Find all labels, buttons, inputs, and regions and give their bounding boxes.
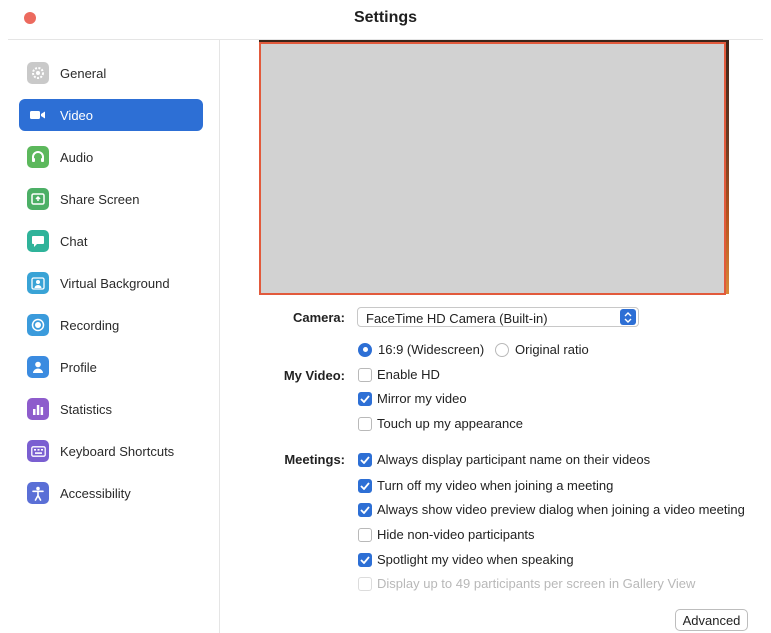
preview-dialog-checkbox[interactable] xyxy=(358,502,372,517)
enable-hd-checkbox[interactable] xyxy=(358,367,372,382)
hide-nonvideo-option[interactable]: Hide non-video participants xyxy=(358,527,535,542)
gear-icon xyxy=(27,62,49,84)
hide-nonvideo-label: Hide non-video participants xyxy=(377,527,535,542)
mirror-video-checkbox[interactable] xyxy=(358,391,372,406)
widescreen-radio-option[interactable]: 16:9 (Widescreen) xyxy=(358,342,484,357)
preview-dialog-label: Always show video preview dialog when jo… xyxy=(377,502,745,517)
mirror-video-option[interactable]: Mirror my video xyxy=(358,391,467,406)
sidebar-item-general[interactable]: General xyxy=(19,57,203,89)
original-ratio-radio-option[interactable]: Original ratio xyxy=(495,342,589,357)
sidebar-item-label: Statistics xyxy=(60,401,113,417)
title-bar: Settings xyxy=(0,0,771,36)
turn-off-video-option[interactable]: Turn off my video when joining a meeting xyxy=(358,478,613,493)
person-background-icon xyxy=(27,272,49,294)
person-icon xyxy=(27,356,49,378)
chat-bubble-icon xyxy=(27,230,49,252)
touch-up-option[interactable]: Touch up my appearance xyxy=(358,416,523,431)
spotlight-option[interactable]: Spotlight my video when speaking xyxy=(358,552,574,567)
window-title: Settings xyxy=(353,9,418,26)
sidebar-item-virtual-background[interactable]: Virtual Background xyxy=(19,267,203,299)
spotlight-label: Spotlight my video when speaking xyxy=(377,552,574,567)
spotlight-checkbox[interactable] xyxy=(358,552,372,567)
enable-hd-option[interactable]: Enable HD xyxy=(358,367,440,382)
original-ratio-radio[interactable] xyxy=(495,342,509,357)
sidebar-item-label: Recording xyxy=(60,317,120,333)
accessibility-icon xyxy=(27,482,49,504)
sidebar-item-label: General xyxy=(60,65,107,81)
advanced-button[interactable]: Advanced xyxy=(675,609,748,631)
sidebar-item-accessibility[interactable]: Accessibility xyxy=(19,477,203,509)
sidebar-item-share-screen[interactable]: Share Screen xyxy=(19,183,203,215)
sidebar-item-label: Keyboard Shortcuts xyxy=(60,443,175,459)
display-names-option[interactable]: Always display participant name on their… xyxy=(358,452,650,467)
widescreen-label: 16:9 (Widescreen) xyxy=(378,342,485,357)
display-names-label: Always display participant name on their… xyxy=(377,452,651,467)
sidebar-item-recording[interactable]: Recording xyxy=(19,309,203,341)
sidebar-item-label: Video xyxy=(60,107,94,123)
meetings-label: Meetings: xyxy=(284,452,345,467)
video-preview xyxy=(259,42,726,295)
gallery-49-checkbox xyxy=(358,576,372,591)
record-icon xyxy=(27,314,49,336)
preview-dialog-option[interactable]: Always show video preview dialog when jo… xyxy=(358,502,745,517)
sidebar-item-profile[interactable]: Profile xyxy=(19,351,203,383)
hide-nonvideo-checkbox[interactable] xyxy=(358,527,372,542)
widescreen-radio[interactable] xyxy=(358,342,372,357)
sidebar-item-label: Audio xyxy=(60,149,94,165)
sidebar-item-keyboard-shortcuts[interactable]: Keyboard Shortcuts xyxy=(19,435,203,467)
sidebar-item-label: Virtual Background xyxy=(60,275,170,291)
camera-label: Camera: xyxy=(292,310,345,325)
my-video-label: My Video: xyxy=(283,368,345,383)
camera-select-value: FaceTime HD Camera (Built-in) xyxy=(366,311,548,326)
keyboard-icon xyxy=(27,440,49,462)
sidebar-item-label: Accessibility xyxy=(60,485,131,501)
original-ratio-label: Original ratio xyxy=(515,342,589,357)
sidebar-item-chat[interactable]: Chat xyxy=(19,225,203,257)
enable-hd-label: Enable HD xyxy=(377,367,440,382)
sidebar-item-audio[interactable]: Audio xyxy=(19,141,203,173)
sidebar-item-video[interactable]: Video xyxy=(19,99,203,131)
display-names-checkbox[interactable] xyxy=(358,452,372,467)
headphones-icon xyxy=(27,146,49,168)
gallery-49-option: Display up to 49 participants per screen… xyxy=(358,576,695,591)
chevron-updown-icon xyxy=(620,309,636,325)
sidebar-item-label: Profile xyxy=(60,359,97,375)
sidebar: General Video Audio Share Screen Chat Vi… xyxy=(0,40,220,633)
share-screen-icon xyxy=(27,188,49,210)
turn-off-video-label: Turn off my video when joining a meeting xyxy=(377,478,614,493)
sidebar-item-label: Share Screen xyxy=(60,191,140,207)
sidebar-item-label: Chat xyxy=(60,233,88,249)
touch-up-label: Touch up my appearance xyxy=(377,416,523,431)
gallery-49-label: Display up to 49 participants per screen… xyxy=(377,576,696,591)
touch-up-checkbox[interactable] xyxy=(358,416,372,431)
video-camera-icon xyxy=(27,104,49,126)
camera-select[interactable]: FaceTime HD Camera (Built-in) xyxy=(357,307,639,327)
turn-off-video-checkbox[interactable] xyxy=(358,478,372,493)
mirror-video-label: Mirror my video xyxy=(377,391,467,406)
bar-chart-icon xyxy=(27,398,49,420)
sidebar-item-statistics[interactable]: Statistics xyxy=(19,393,203,425)
